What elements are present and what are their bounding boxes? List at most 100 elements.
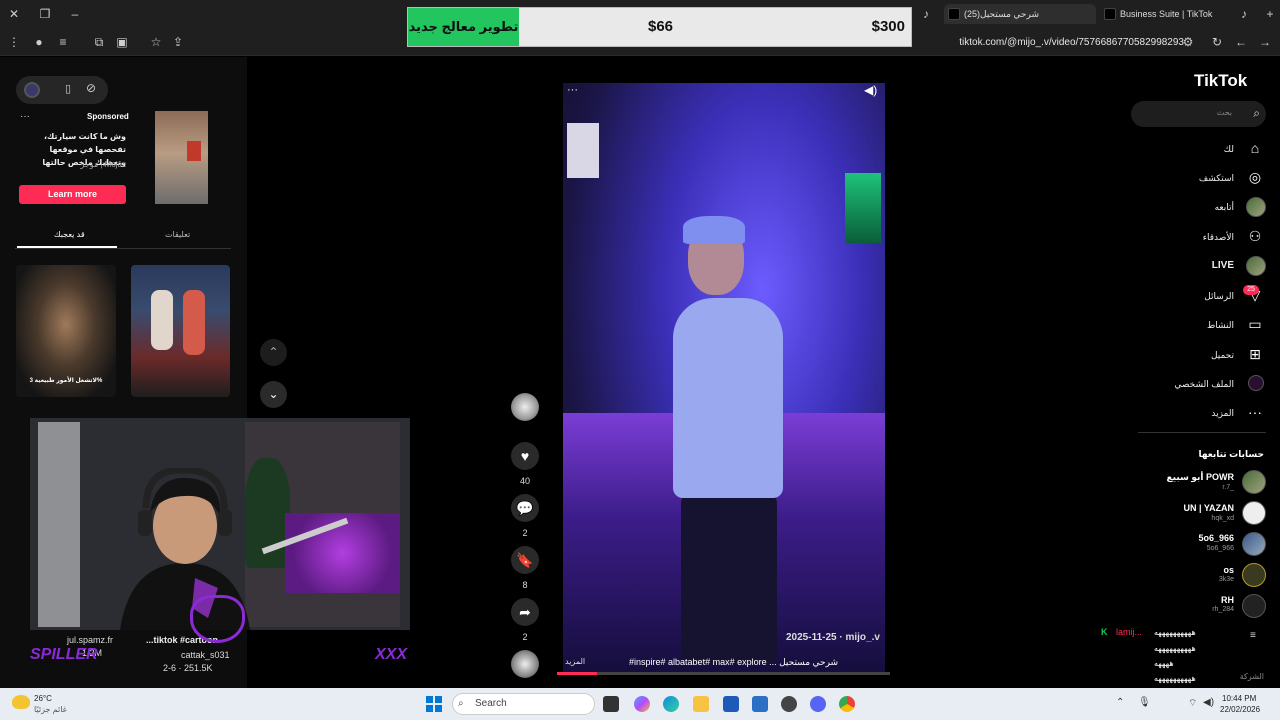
- suggested-video-thumb[interactable]: لاتشغل الأمور طبيعية 3%: [16, 265, 116, 397]
- volume-tray-icon[interactable]: ◀): [1203, 697, 1214, 708]
- sidebar-item-more[interactable]: المزيد: [1211, 408, 1234, 419]
- list-icon[interactable]: ≡: [1250, 630, 1256, 641]
- friends-icon[interactable]: ⚇: [1246, 227, 1264, 245]
- music-disc-icon[interactable]: [511, 650, 539, 678]
- sidebar-item-profile[interactable]: الملف الشخصي: [1174, 379, 1234, 390]
- back-icon[interactable]: ←: [1233, 34, 1249, 50]
- account-name[interactable]: أبو سبيع POWR: [1167, 472, 1234, 483]
- sidebar-item-explore[interactable]: استكشف: [1199, 173, 1234, 184]
- task-view-icon[interactable]: [603, 696, 619, 712]
- extensions-icon[interactable]: ⧉: [91, 34, 107, 50]
- minimize-window-icon[interactable]: –: [67, 6, 83, 22]
- edge-icon[interactable]: [663, 696, 679, 712]
- restore-window-icon[interactable]: ❐: [37, 6, 53, 22]
- copilot-icon[interactable]: [634, 696, 650, 712]
- author-avatar[interactable]: [511, 393, 539, 421]
- sidebar-item-live[interactable]: LIVE: [1212, 260, 1234, 271]
- account-avatar[interactable]: [1242, 594, 1266, 618]
- discord-icon[interactable]: [810, 696, 826, 712]
- like-button[interactable]: ♥: [511, 442, 539, 470]
- caption-more-link[interactable]: المزيد: [565, 657, 585, 666]
- video-player[interactable]: [563, 83, 885, 673]
- sidebar-item-upload[interactable]: تحميل: [1211, 350, 1234, 361]
- account-name[interactable]: 5o6_966: [1198, 533, 1234, 543]
- following-avatar-icon[interactable]: [1246, 197, 1266, 217]
- more-icon[interactable]: ···: [1246, 403, 1264, 421]
- video-author-date[interactable]: 2025-11-25 · mijo_.v: [786, 632, 880, 643]
- bookmark-button[interactable]: 🔖: [511, 546, 539, 574]
- profile-icon[interactable]: [1248, 375, 1264, 391]
- company-link[interactable]: الشركة: [1240, 672, 1264, 681]
- activity-icon[interactable]: ▭: [1246, 315, 1264, 333]
- video-subject-body: [673, 298, 783, 498]
- account-avatar[interactable]: [1242, 470, 1266, 494]
- previous-video-button[interactable]: ⌃: [260, 339, 287, 366]
- tab-comments[interactable]: تعليقات: [165, 230, 190, 239]
- volume-icon[interactable]: ◀): [864, 83, 877, 97]
- learn-more-button[interactable]: Learn more: [19, 185, 126, 204]
- comment-button[interactable]: 💬: [511, 494, 539, 522]
- tab-list-icon[interactable]: ≡: [55, 34, 71, 50]
- tab-you-may-like[interactable]: قد يعجبك: [54, 230, 85, 239]
- clock-time[interactable]: 10:44 PM: [1222, 694, 1256, 703]
- search-box[interactable]: بحث ⌕: [1131, 101, 1266, 127]
- share-icon[interactable]: ⇪: [170, 34, 186, 50]
- sidebar-item-for-you[interactable]: لك: [1224, 144, 1234, 155]
- tray-chevron-icon[interactable]: ⌃: [1116, 697, 1124, 708]
- tiktok-tab-icon[interactable]: ♪: [1236, 6, 1252, 22]
- favorite-star-icon[interactable]: ☆: [148, 34, 164, 50]
- account-avatar[interactable]: [1242, 501, 1266, 525]
- video-more-icon[interactable]: ···: [567, 84, 578, 96]
- ad-source: Mojaz | موجز: [80, 160, 126, 169]
- mobile-icon[interactable]: ▯: [65, 82, 71, 95]
- mail-icon[interactable]: [752, 696, 768, 712]
- clock-date[interactable]: 22/02/2026: [1220, 705, 1260, 714]
- account-avatar[interactable]: [1242, 563, 1266, 587]
- wifi-icon[interactable]: ⌔: [1188, 697, 1197, 710]
- banner-price-right: $300: [871, 18, 905, 35]
- forward-icon[interactable]: →: [1257, 34, 1273, 50]
- app-icon[interactable]: [781, 696, 797, 712]
- menu-dots-icon[interactable]: ⋮: [6, 34, 22, 50]
- sidebar-item-activity[interactable]: النشاط: [1207, 320, 1234, 331]
- microphone-icon[interactable]: 🎙: [1138, 697, 1151, 708]
- new-tab-icon[interactable]: +: [1262, 6, 1278, 22]
- reload-icon[interactable]: ↻: [1209, 34, 1225, 50]
- upload-icon[interactable]: ⊞: [1246, 345, 1264, 363]
- search-input[interactable]: بحث: [1217, 108, 1232, 117]
- close-window-icon[interactable]: ✕: [6, 6, 22, 22]
- next-video-button[interactable]: ⌄: [260, 381, 287, 408]
- chat-message: ههههههههههه: [1154, 628, 1196, 637]
- ad-options-icon[interactable]: ···: [20, 111, 30, 122]
- sidebar-item-messages[interactable]: الرسائل: [1204, 291, 1234, 302]
- tab-video[interactable]: (25)شرحي مستحيل: [944, 4, 1096, 24]
- account-avatar[interactable]: [1242, 532, 1266, 556]
- compass-small-icon[interactable]: ⊘: [86, 81, 96, 95]
- sidebar-item-friends[interactable]: الأصدقاء: [1203, 232, 1234, 243]
- chrome-icon[interactable]: [839, 696, 855, 712]
- search-icon[interactable]: ⌕: [1253, 106, 1260, 121]
- collections-icon[interactable]: ▣: [114, 34, 130, 50]
- compass-icon[interactable]: ◎: [1246, 168, 1264, 186]
- suggested-video-thumb[interactable]: [131, 265, 230, 397]
- weather-icon[interactable]: [12, 695, 30, 709]
- sidebar-item-following[interactable]: أتابعه: [1215, 202, 1234, 213]
- account-name[interactable]: UN | YAZAN: [1183, 503, 1234, 513]
- windows-start-icon[interactable]: [426, 696, 442, 712]
- tab-business-suite[interactable]: Business Suite | TikTok: [1100, 4, 1236, 24]
- profile-icon[interactable]: ●: [31, 34, 47, 50]
- account-name[interactable]: os: [1223, 565, 1234, 575]
- tiktok-tab-icon[interactable]: ♪: [918, 6, 934, 22]
- dark-mode-icon[interactable]: [24, 82, 40, 98]
- store-icon[interactable]: [723, 696, 739, 712]
- ad-image[interactable]: [155, 111, 208, 204]
- account-name[interactable]: RH: [1221, 595, 1234, 605]
- share-button[interactable]: ➦: [511, 598, 539, 626]
- video-progress-bar[interactable]: [557, 672, 890, 675]
- file-explorer-icon[interactable]: [693, 696, 709, 712]
- taskbar-search-input[interactable]: Search: [452, 693, 595, 715]
- home-icon[interactable]: ⌂: [1246, 139, 1264, 157]
- live-icon[interactable]: [1246, 256, 1266, 276]
- tiktok-logo[interactable]: TikTok: [1194, 71, 1247, 91]
- address-bar[interactable]: tiktok.com/@mijo_.v/video/75766867705829…: [959, 37, 1184, 48]
